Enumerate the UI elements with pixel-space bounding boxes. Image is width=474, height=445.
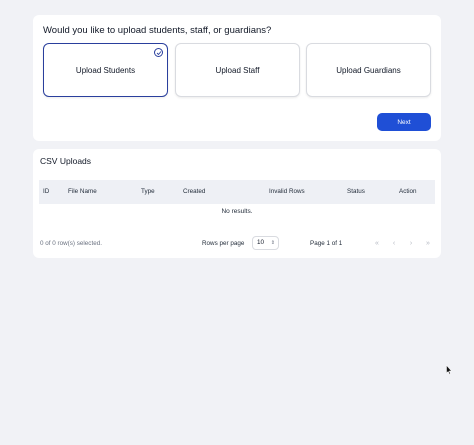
check-circle-icon [154, 48, 163, 57]
upload-question: Would you like to upload students, staff… [43, 25, 272, 36]
chevron-left-icon: ‹ [392, 239, 396, 247]
column-header-created: Created [183, 188, 206, 195]
chevrons-left-icon: « [375, 239, 379, 247]
rows-per-page-label: Rows per page [202, 240, 245, 247]
upload-students-label: Upload Students [75, 65, 136, 75]
column-header-id: ID [43, 188, 50, 195]
upload-guardians-option[interactable]: Upload Guardians [306, 43, 431, 97]
upload-guardians-label: Upload Guardians [336, 65, 401, 75]
upload-staff-label: Upload Staff [215, 65, 260, 75]
rows-per-page-value: 10 [257, 239, 265, 246]
chevrons-right-icon: » [426, 239, 430, 247]
mouse-pointer-icon [446, 365, 452, 375]
page-info: Page 1 of 1 [310, 240, 343, 247]
table-header: ID File Name Type Created Invalid Rows S… [39, 180, 435, 204]
csv-uploads-card: CSV Uploads ID File Name Type Created In… [33, 149, 441, 258]
column-header-action: Action [399, 188, 417, 195]
selected-rows-info: 0 of 0 row(s) selected. [40, 240, 102, 247]
empty-table-message: No results. [221, 208, 253, 215]
column-header-type: Type [141, 188, 155, 195]
chevron-up-down-icon: ⇕ [270, 240, 275, 246]
rows-per-page-select[interactable]: 10 ⇕ [252, 236, 279, 250]
column-header-invalid-rows: Invalid Rows [269, 188, 305, 195]
chevron-right-icon: › [409, 239, 413, 247]
column-header-status: Status [347, 188, 365, 195]
upload-staff-option[interactable]: Upload Staff [175, 43, 300, 97]
upload-students-option[interactable]: Upload Students [43, 43, 168, 97]
csv-uploads-title: CSV Uploads [40, 156, 92, 166]
last-page-button[interactable]: » [421, 236, 435, 250]
next-page-button[interactable]: › [404, 236, 418, 250]
first-page-button[interactable]: « [370, 236, 384, 250]
previous-page-button[interactable]: ‹ [387, 236, 401, 250]
column-header-file-name: File Name [68, 188, 97, 195]
next-button[interactable]: Next [377, 113, 431, 131]
upload-type-card: Would you like to upload students, staff… [33, 15, 441, 141]
